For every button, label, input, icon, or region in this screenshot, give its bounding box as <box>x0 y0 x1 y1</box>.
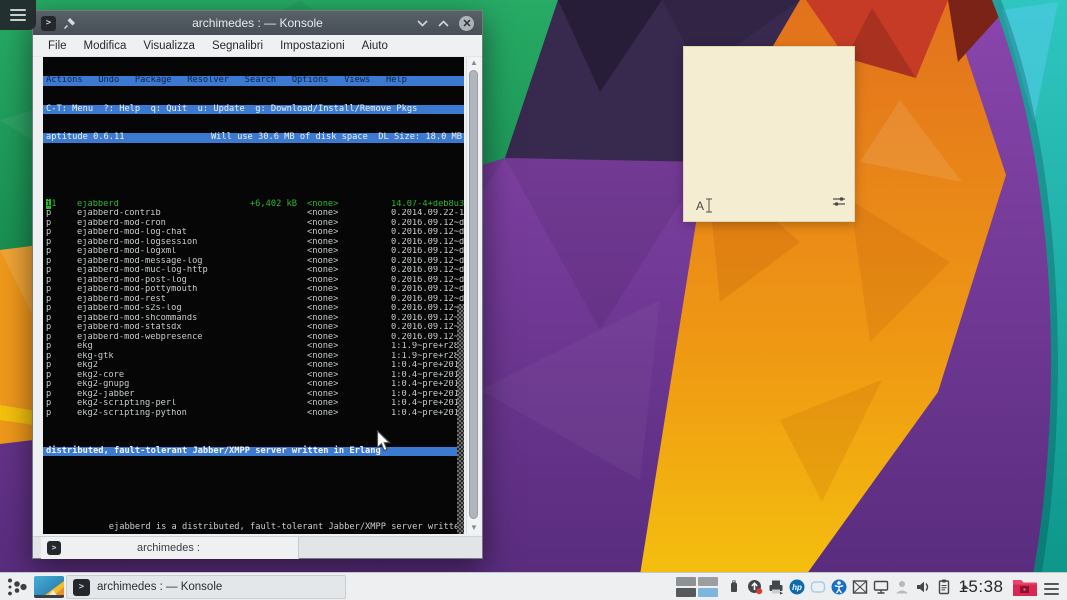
user-offline-icon[interactable] <box>892 577 911 597</box>
hp-icon[interactable]: hp <box>787 577 806 597</box>
package-row[interactable]: p ejabberd-mod-log-chat <none> 0.2016.09… <box>43 227 464 238</box>
package-row[interactable]: p ejabberd-mod-pottymouth <none> 0.2016.… <box>43 284 464 295</box>
menu-item[interactable]: Aiuto <box>362 40 388 52</box>
tab-archimedes[interactable]: > archimedes : <box>41 537 299 559</box>
package-row[interactable]: p ejabberd-mod-logxml <none> 0.2016.09.1… <box>43 246 464 257</box>
sticky-note-widget[interactable]: A <box>683 46 855 222</box>
package-row[interactable]: p ejabberd-contrib <none> 0.2014.09.22-1 <box>43 208 464 219</box>
minimize-button[interactable] <box>417 19 428 27</box>
volume-icon[interactable] <box>913 577 932 597</box>
red-folder-icon[interactable] <box>1012 576 1038 600</box>
menu-item[interactable]: Impostazioni <box>280 40 345 52</box>
virtual-desktop-pager[interactable] <box>676 577 718 597</box>
note-text-cursor[interactable]: A <box>696 198 713 213</box>
package-description: ejabberd is a distributed, fault-toleran… <box>43 485 464 535</box>
tab-bar: > archimedes : <box>33 536 482 559</box>
package-row[interactable]: p ekg2-core <none> 1:0.4~pre+2012 <box>43 370 464 381</box>
menu-item[interactable]: Visualizza <box>143 40 195 52</box>
wallpaper-thumbnail-icon <box>34 576 64 598</box>
pager-desktop-4[interactable] <box>698 588 718 597</box>
scrollbar-thumb[interactable] <box>469 70 478 519</box>
note-format-hint: A <box>696 199 705 213</box>
panel-menu-button[interactable] <box>1044 580 1059 598</box>
text-caret-icon <box>706 198 713 213</box>
description-pane-scrollbar[interactable] <box>457 304 464 534</box>
printer-icon[interactable] <box>766 577 785 597</box>
mouse-cursor <box>376 430 392 452</box>
window-menubar: File Modifica Visualizza Segnalibri Impostaz… <box>33 35 482 57</box>
device-notifier-icon[interactable] <box>724 577 743 597</box>
pin-icon[interactable] <box>63 16 77 30</box>
pager-desktop-1[interactable] <box>676 577 696 586</box>
package-row[interactable]: p ejabberd-mod-shcommands <none> 0.2016.… <box>43 313 464 324</box>
package-list: i1 ejabberd +6,402 kB <none> 14.07-4+deb… <box>43 171 464 418</box>
aptitude-disk-usage: Will use 30.6 MB of disk space DL Size: … <box>210 132 462 142</box>
scroll-up-icon[interactable]: ▲ <box>467 57 481 69</box>
konsole-window: > archimedes : — Konsole File Modifica Vis… <box>32 10 483 559</box>
menu-item[interactable]: Modifica <box>84 40 127 52</box>
terminal-scrollbar[interactable]: ▲ ▼ <box>466 57 480 534</box>
sliders-icon <box>833 197 845 206</box>
window-title: archimedes : — Konsole <box>192 16 323 30</box>
scroll-down-icon[interactable]: ▼ <box>467 522 481 534</box>
description-line: ejabberd is a distributed, fault-toleran… <box>108 521 464 532</box>
pager-desktop-3[interactable] <box>676 588 696 597</box>
accessibility-icon[interactable] <box>829 577 848 597</box>
digital-clock[interactable]: 15:38 <box>950 573 1012 600</box>
desktop-preview-button[interactable] <box>34 576 64 598</box>
close-icon <box>462 19 471 27</box>
hamburger-icon <box>1044 583 1059 585</box>
app-launcher-button[interactable] <box>4 576 30 598</box>
package-row[interactable]: p ejabberd-mod-muc-log-http <none> 0.201… <box>43 265 464 276</box>
window-titlebar[interactable]: > archimedes : — Konsole <box>33 11 482 35</box>
konsole-tab-icon: > <box>47 541 61 555</box>
package-row[interactable]: p ekg-gtk <none> 1:1.9~pre+r285 <box>43 351 464 362</box>
display-connect-icon[interactable] <box>871 577 890 597</box>
task-button-konsole[interactable]: > archimedes : — Konsole <box>66 575 346 599</box>
task-button-label: archimedes : — Konsole <box>97 581 223 593</box>
close-button[interactable] <box>459 15 474 31</box>
aptitude-status-line: aptitude 0.6.11 Will use 30.6 MB of disk… <box>43 132 464 143</box>
tab-label: archimedes : <box>137 542 200 554</box>
konsole-app-icon: > <box>41 15 56 31</box>
package-row[interactable]: p ejabberd-mod-s2s-log <none> 0.2016.09.… <box>43 303 464 314</box>
package-row[interactable]: p ejabberd-mod-logsession <none> 0.2016.… <box>43 237 464 248</box>
desktop: A > archimedes : — Konsole File Modifica… <box>0 0 1067 600</box>
package-row[interactable]: p ejabberd-mod-message-log <none> 0.2016… <box>43 256 464 267</box>
package-row[interactable]: p ekg2-scripting-python <none> 1:0.4~pre… <box>43 408 464 419</box>
aptitude-help-line: C-T: Menu ?: Help q: Quit u: Update g: D… <box>43 104 464 114</box>
package-row[interactable]: p ekg2 <none> 1:0.4~pre+2012 <box>43 360 464 371</box>
aptitude-version: aptitude 0.6.11 <box>46 132 125 142</box>
aptitude-menu-line: Actions Undo Package Resolver Search Opt… <box>43 75 464 86</box>
hamburger-icon <box>10 6 26 24</box>
taskbar-panel: > archimedes : — Konsole hp 15:38 <box>0 572 1067 600</box>
package-row[interactable]: p ejabberd-mod-webpresence <none> 0.2016… <box>43 332 464 343</box>
package-row[interactable]: p ekg2-jabber <none> 1:0.4~pre+2012 <box>43 389 464 400</box>
package-row[interactable]: p ekg2-scripting-perl <none> 1:0.4~pre+2… <box>43 398 464 409</box>
konsole-task-icon: > <box>73 578 90 596</box>
menu-item[interactable]: File <box>48 40 67 52</box>
desktop-toolbox-button[interactable] <box>0 0 36 30</box>
touchpad-icon[interactable] <box>808 577 827 597</box>
package-row[interactable]: p ejabberd-mod-rest <none> 0.2016.09.12~… <box>43 294 464 305</box>
package-row[interactable]: p ekg2-gnupg <none> 1:0.4~pre+2012 <box>43 379 464 390</box>
package-row[interactable]: p ejabberd-mod-cron <none> 0.2016.09.12~… <box>43 218 464 229</box>
description-pane-header: distributed, fault-tolerant Jabber/XMPP … <box>43 446 464 456</box>
menu-item[interactable]: Segnalibri <box>212 40 263 52</box>
note-settings-button[interactable] <box>832 194 846 212</box>
terminal-screen[interactable]: Actions Undo Package Resolver Search Opt… <box>43 57 464 534</box>
kickoff-dots-icon <box>8 578 27 596</box>
package-row[interactable]: i1 ejabberd +6,402 kB <none> 14.07-4+deb… <box>43 198 464 210</box>
svg-text:hp: hp <box>792 583 802 592</box>
package-row[interactable]: p ejabberd-mod-post-log <none> 0.2016.09… <box>43 275 464 286</box>
package-row[interactable]: p ekg <none> 1:1.9~pre+r285 <box>43 341 464 352</box>
pager-desktop-2[interactable] <box>698 577 718 586</box>
screenshot-icon[interactable] <box>850 577 869 597</box>
maximize-button[interactable] <box>438 19 449 27</box>
software-updates-icon[interactable] <box>745 577 764 597</box>
package-row[interactable]: p ejabberd-mod-statsdx <none> 0.2016.09.… <box>43 322 464 333</box>
system-tray: hp <box>724 577 974 597</box>
